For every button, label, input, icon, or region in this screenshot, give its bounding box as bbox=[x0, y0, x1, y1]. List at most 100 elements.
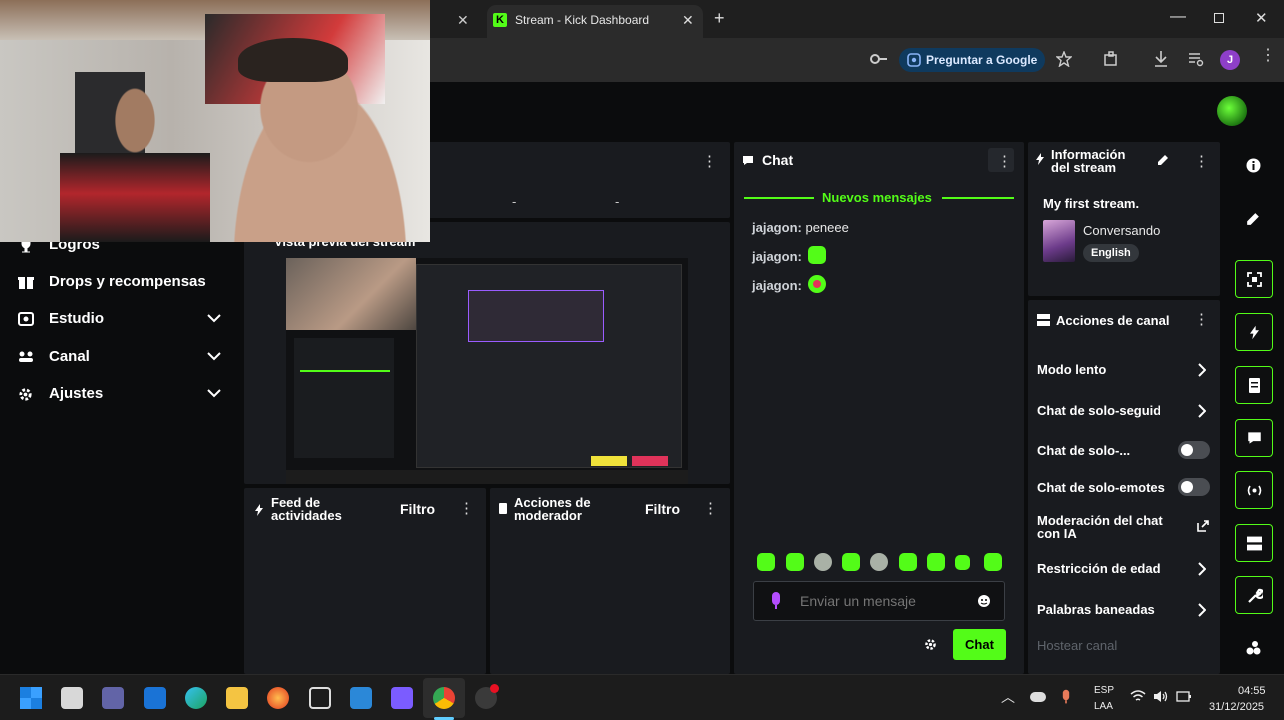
action-followers-only[interactable]: Chat de solo-seguidores bbox=[1037, 403, 1209, 418]
preview-red-button bbox=[632, 456, 668, 466]
emotes-only-toggle[interactable] bbox=[1178, 478, 1210, 496]
onedrive-icon[interactable] bbox=[1030, 692, 1046, 702]
emote-4-icon[interactable] bbox=[842, 553, 860, 571]
activity-filter-button[interactable]: Filtro bbox=[400, 502, 435, 516]
panel-menu-icon[interactable]: ⋮ bbox=[1194, 152, 1209, 170]
chat-message-input[interactable] bbox=[800, 592, 960, 610]
outlook-icon[interactable] bbox=[144, 687, 166, 709]
subscribers-only-toggle[interactable] bbox=[1178, 441, 1210, 459]
document-icon bbox=[1249, 378, 1260, 393]
firefox-icon[interactable] bbox=[267, 687, 289, 709]
password-key-icon[interactable] bbox=[870, 52, 888, 66]
microsoft-store-icon[interactable] bbox=[350, 687, 372, 709]
browser-menu-icon[interactable]: ⋮ bbox=[1260, 48, 1276, 64]
user-avatar[interactable] bbox=[1217, 96, 1247, 126]
ai-app-icon[interactable] bbox=[391, 687, 413, 709]
close-tab-icon[interactable]: ✕ bbox=[682, 12, 694, 29]
panel-menu-icon[interactable]: ⋮ bbox=[1194, 310, 1209, 328]
app-hexagon-icon[interactable] bbox=[309, 687, 331, 709]
task-view-icon[interactable] bbox=[61, 687, 83, 709]
close-window-icon[interactable]: ✕ bbox=[1255, 9, 1268, 27]
action-ai-moderation[interactable]: Moderación del chat con IA bbox=[1037, 514, 1209, 540]
action-banned-words[interactable]: Palabras baneadas bbox=[1037, 602, 1209, 617]
profile-avatar[interactable]: J bbox=[1220, 50, 1240, 70]
panel-menu-icon[interactable]: ⋮ bbox=[702, 152, 717, 170]
chat-settings-gear-icon[interactable] bbox=[924, 638, 937, 651]
stream-info-panel: Información del stream ⋮ My first stream… bbox=[1028, 142, 1220, 296]
chat-username[interactable]: jajagon: bbox=[752, 278, 802, 293]
ask-google-button[interactable]: Preguntar a Google bbox=[899, 48, 1045, 72]
media-queue-icon[interactable] bbox=[1188, 51, 1204, 67]
emote-3-icon[interactable] bbox=[814, 553, 832, 571]
edit-pencil-icon[interactable] bbox=[1246, 212, 1260, 226]
sidebar-item-label: Canal bbox=[49, 348, 90, 365]
emote-9-icon[interactable] bbox=[984, 553, 1002, 571]
clock-date[interactable]: 31/12/2025 bbox=[1209, 701, 1264, 713]
chat-message[interactable]: jajagon: bbox=[752, 249, 802, 264]
category-name: Conversando bbox=[1083, 223, 1161, 238]
download-icon[interactable] bbox=[1153, 50, 1169, 68]
maximize-icon[interactable] bbox=[1214, 13, 1224, 23]
emote-5-icon[interactable] bbox=[870, 553, 888, 571]
emote-1-icon[interactable] bbox=[757, 553, 775, 571]
action-label: Chat de solo-... bbox=[1037, 443, 1131, 458]
file-explorer-icon[interactable] bbox=[226, 687, 248, 709]
emoji-icon[interactable] bbox=[977, 594, 991, 608]
chat-username[interactable]: jajagon: bbox=[752, 249, 802, 264]
close-tab-icon[interactable]: ✕ bbox=[457, 12, 469, 29]
emote-8-icon[interactable] bbox=[955, 555, 970, 570]
volume-icon[interactable] bbox=[1153, 690, 1169, 703]
tab-kick-dashboard[interactable]: K Stream - Kick Dashboard ✕ bbox=[487, 5, 703, 38]
emote-6-icon[interactable] bbox=[899, 553, 917, 571]
rail-tools-button[interactable] bbox=[1235, 576, 1273, 614]
minimize-icon[interactable]: — bbox=[1170, 8, 1186, 26]
stat-value: - bbox=[615, 194, 620, 209]
rail-activity-button[interactable] bbox=[1235, 313, 1273, 351]
rail-mod-actions-button[interactable] bbox=[1235, 366, 1273, 404]
microphone-icon[interactable] bbox=[1062, 689, 1070, 705]
mod-filter-button[interactable]: Filtro bbox=[645, 502, 680, 516]
preview-chat-area bbox=[294, 338, 394, 458]
chat-send-button[interactable]: Chat bbox=[953, 629, 1006, 660]
rail-chat-button[interactable] bbox=[1235, 419, 1273, 457]
input-language-bottom[interactable]: LAA bbox=[1094, 701, 1113, 712]
panel-menu-icon: ⋮ bbox=[997, 153, 1012, 170]
rail-broadcast-button[interactable] bbox=[1235, 471, 1273, 509]
wrench-icon bbox=[1248, 588, 1263, 603]
chat-message[interactable]: jajagon: peneee bbox=[752, 220, 849, 235]
battery-icon[interactable] bbox=[1176, 690, 1192, 703]
rail-channel-actions-button[interactable] bbox=[1235, 524, 1273, 562]
edit-pencil-icon[interactable] bbox=[1157, 154, 1169, 166]
windows-start-icon[interactable] bbox=[20, 687, 42, 709]
new-tab-icon[interactable]: + bbox=[714, 8, 725, 29]
teams-icon[interactable] bbox=[102, 687, 124, 709]
chat-message[interactable]: jajagon: bbox=[752, 278, 802, 293]
chat-username[interactable]: jajagon: bbox=[752, 220, 802, 235]
channel-actions-icon bbox=[1247, 536, 1262, 551]
extensions-icon[interactable] bbox=[1103, 51, 1119, 67]
wifi-icon[interactable] bbox=[1130, 690, 1146, 703]
green-emote-icon bbox=[808, 246, 826, 264]
edge-icon[interactable] bbox=[185, 687, 207, 709]
rail-stream-preview-button[interactable] bbox=[1235, 260, 1273, 298]
info-icon[interactable] bbox=[1246, 158, 1261, 173]
emote-2-icon[interactable] bbox=[786, 553, 804, 571]
chat-menu-button[interactable]: ⋮ bbox=[988, 148, 1014, 172]
action-age-restriction[interactable]: Restricción de edad bbox=[1037, 561, 1209, 576]
chat-input-box[interactable] bbox=[753, 581, 1005, 621]
clock-time[interactable]: 04:55 bbox=[1238, 685, 1266, 697]
moderator-actions-panel: Acciones de moderador Filtro ⋮ bbox=[490, 488, 730, 674]
chat-bubble-icon bbox=[1248, 432, 1261, 444]
input-language-top[interactable]: ESP bbox=[1094, 685, 1114, 696]
microphone-icon[interactable] bbox=[771, 592, 781, 610]
action-slow-mode[interactable]: Modo lento bbox=[1037, 362, 1209, 377]
action-label: Restricción de edad bbox=[1037, 561, 1161, 576]
panel-menu-icon[interactable]: ⋮ bbox=[703, 499, 718, 517]
tray-chevron-up-icon[interactable]: ︿ bbox=[1001, 687, 1015, 707]
add-widget-icon[interactable] bbox=[1245, 639, 1262, 656]
star-icon[interactable] bbox=[1056, 51, 1072, 67]
host-channel-label[interactable]: Hostear canal bbox=[1037, 638, 1117, 653]
emote-7-icon[interactable] bbox=[927, 553, 945, 571]
panel-menu-icon[interactable]: ⋮ bbox=[459, 499, 474, 517]
chrome-icon[interactable] bbox=[433, 687, 455, 709]
